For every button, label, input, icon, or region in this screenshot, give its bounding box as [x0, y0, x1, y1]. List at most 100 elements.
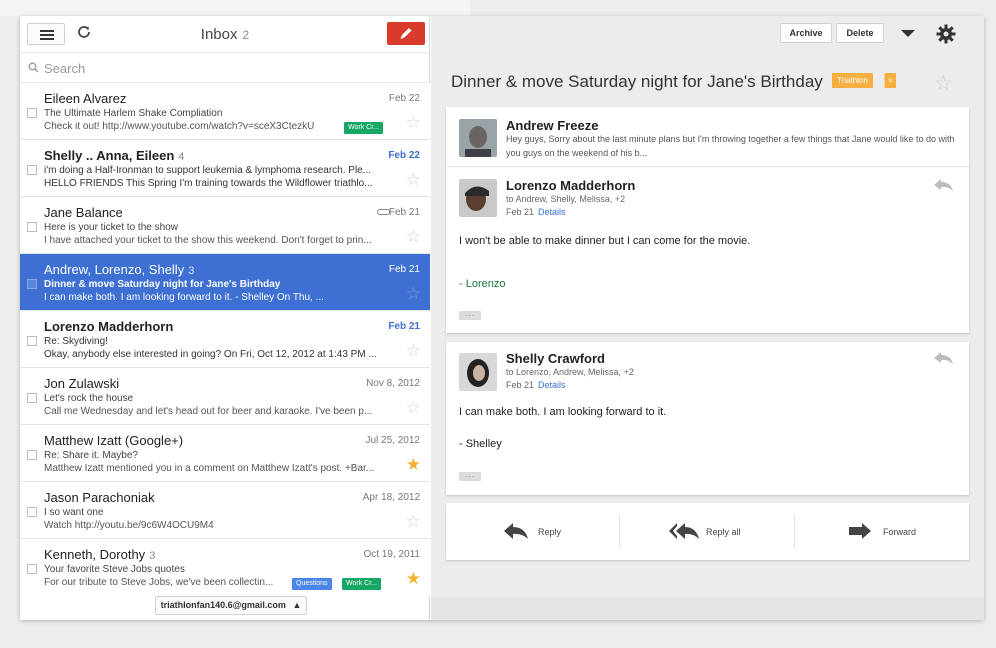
delete-button[interactable]: Delete	[836, 23, 884, 43]
star-icon[interactable]: ☆	[406, 513, 421, 530]
email-sender: Shelly .. Anna, Eileen 4	[44, 148, 185, 163]
message-signature: - Shelley	[459, 438, 502, 450]
thread-title: Dinner & move Saturday night for Jane's …	[451, 72, 823, 91]
email-subject: Dinner & move Saturday night for Jane's …	[44, 279, 281, 290]
avatar-photo	[459, 179, 497, 217]
details-link[interactable]: Details	[538, 380, 566, 390]
email-snippet: Matthew Izatt mentioned you in a comment…	[44, 463, 375, 474]
thread-star-icon[interactable]: ☆	[934, 71, 953, 96]
divider	[794, 515, 795, 548]
email-date: Feb 22	[388, 93, 420, 104]
reply-action[interactable]: Reply	[496, 503, 596, 560]
row-checkbox[interactable]	[27, 507, 37, 517]
search-bar	[20, 52, 430, 83]
row-checkbox[interactable]	[27, 222, 37, 232]
email-snippet: Okay, anybody else interested in going? …	[44, 349, 377, 360]
email-row[interactable]: Jon Zulawski Nov 8, 2012 Let's rock the …	[20, 368, 430, 425]
email-row[interactable]: Jane Balance Feb 21 Here is your ticket …	[20, 197, 430, 254]
details-link[interactable]: Details	[538, 207, 566, 217]
search-input[interactable]	[44, 60, 414, 76]
star-icon-filled[interactable]: ★	[406, 456, 421, 473]
account-email: triathlonfan140.6@gmail.com	[160, 600, 286, 610]
show-trimmed-button[interactable]: ...	[459, 309, 481, 320]
divider	[619, 515, 620, 548]
inbox-pane: Inbox2 Eileen Alvarez Feb 22 The Ulti	[20, 16, 430, 620]
star-icon[interactable]: ☆	[406, 399, 421, 416]
show-trimmed-button[interactable]: ...	[459, 470, 481, 481]
gear-icon[interactable]	[935, 23, 957, 45]
email-subject: Re: Share it. Maybe?	[44, 450, 138, 461]
message-snippet: Hey guys, Sorry about the last minute pl…	[506, 134, 955, 158]
thread-label-remove[interactable]: ×	[884, 73, 896, 88]
message-collapsed[interactable]: Andrew Freeze Hey guys, Sorry about the …	[446, 107, 969, 167]
star-icon[interactable]: ☆	[406, 342, 421, 359]
forward-action[interactable]: Forward	[844, 503, 954, 560]
email-snippet: I can make both. I am looking forward to…	[44, 292, 324, 303]
email-snippet: For our tribute to Steve Jobs, we've bee…	[44, 577, 274, 588]
label-work[interactable]: Work Cr...	[344, 122, 383, 134]
reply-icon[interactable]	[933, 177, 955, 193]
row-checkbox[interactable]	[27, 564, 37, 574]
avatar	[459, 119, 497, 157]
reply-all-label: Reply all	[706, 527, 741, 537]
inbox-title-text: Inbox	[200, 26, 238, 43]
row-checkbox[interactable]	[27, 108, 37, 118]
star-icon[interactable]: ☆	[406, 171, 421, 188]
email-snippet: Watch http://youtu.be/9c6W4OCU9M4	[44, 520, 214, 531]
email-subject: The Ultimate Harlem Shake Compliation	[44, 108, 223, 119]
email-row[interactable]: Kenneth, Dorothy 3 Oct 19, 2011 Your favo…	[20, 539, 430, 596]
message-expanded: Lorenzo Madderhorn to Andrew, Shelly, Me…	[446, 168, 969, 333]
pencil-icon	[400, 28, 412, 39]
row-checkbox[interactable]	[27, 393, 37, 403]
email-sender: Kenneth, Dorothy 3	[44, 547, 156, 562]
reply-all-action[interactable]: Reply all	[668, 503, 778, 560]
message-date-line: Feb 21 Details	[506, 380, 566, 390]
row-checkbox[interactable]	[27, 279, 37, 289]
forward-label: Forward	[883, 527, 917, 537]
email-date: Jul 25, 2012	[365, 435, 421, 446]
row-checkbox[interactable]	[27, 165, 37, 175]
star-icon[interactable]: ☆	[406, 114, 421, 131]
email-subject: Let's rock the house	[44, 393, 134, 404]
caret-up-icon: ▲	[292, 600, 302, 610]
email-row[interactable]: Lorenzo Madderhorn Feb 21 Re: Skydiving!…	[20, 311, 430, 368]
email-sender: Jane Balance	[44, 205, 123, 220]
email-snippet: I have attached your ticket to the show …	[44, 235, 372, 246]
inbox-unread-count: 2	[242, 28, 250, 42]
label-work[interactable]: Work Cr...	[342, 578, 381, 590]
email-date: Oct 19, 2011	[363, 549, 420, 560]
email-sender: Jon Zulawski	[44, 376, 120, 391]
email-sender: Andrew, Lorenzo, Shelly 3	[44, 262, 195, 277]
top-strip	[0, 0, 470, 16]
email-row[interactable]: Shelly .. Anna, Eileen 4 Feb 22 i'm doing…	[20, 140, 430, 197]
email-row[interactable]: Jason Parachoniak Apr 18, 2012 I so want…	[20, 482, 430, 539]
label-questions[interactable]: Questions	[292, 578, 332, 590]
email-row-selected[interactable]: Andrew, Lorenzo, Shelly 3 Feb 21 Dinner &…	[20, 254, 430, 311]
thread-label[interactable]: Triathlon	[832, 73, 873, 88]
more-dropdown-icon[interactable]	[901, 30, 915, 37]
star-icon[interactable]: ☆	[406, 285, 421, 302]
reply-actions-bar: Reply Reply all Forward	[446, 503, 969, 560]
row-checkbox[interactable]	[27, 336, 37, 346]
account-switcher[interactable]: triathlonfan140.6@gmail.com ▲	[155, 596, 307, 615]
message-card: Andrew Freeze Hey guys, Sorry about the …	[446, 107, 969, 333]
forward-arrow-icon	[849, 523, 871, 539]
reading-pane: Archive Delete Dinner & move Saturday ni…	[431, 16, 984, 620]
email-snippet: Call me Wednesday and let's head out for…	[44, 406, 373, 417]
archive-button[interactable]: Archive	[780, 23, 832, 43]
avatar	[459, 353, 497, 391]
email-row[interactable]: Matthew Izatt (Google+) Jul 25, 2012 Re:…	[20, 425, 430, 482]
star-icon-filled[interactable]: ★	[406, 570, 421, 587]
compose-button[interactable]	[387, 22, 425, 45]
email-sender: Lorenzo Madderhorn	[44, 319, 174, 334]
email-snippet: HELLO FRIENDS This Spring I'm training t…	[44, 178, 373, 189]
row-checkbox[interactable]	[27, 450, 37, 460]
email-date: Nov 8, 2012	[366, 378, 420, 389]
email-date: Feb 21	[388, 264, 420, 275]
email-sender: Eileen Alvarez	[44, 91, 127, 106]
star-icon[interactable]: ☆	[406, 228, 421, 245]
email-row[interactable]: Eileen Alvarez Feb 22 The Ultimate Harle…	[20, 83, 430, 140]
email-subject: i'm doing a Half-Ironman to support leuk…	[44, 165, 372, 176]
message-body: I won't be able to make dinner but I can…	[459, 235, 751, 247]
reply-icon[interactable]	[933, 350, 955, 366]
